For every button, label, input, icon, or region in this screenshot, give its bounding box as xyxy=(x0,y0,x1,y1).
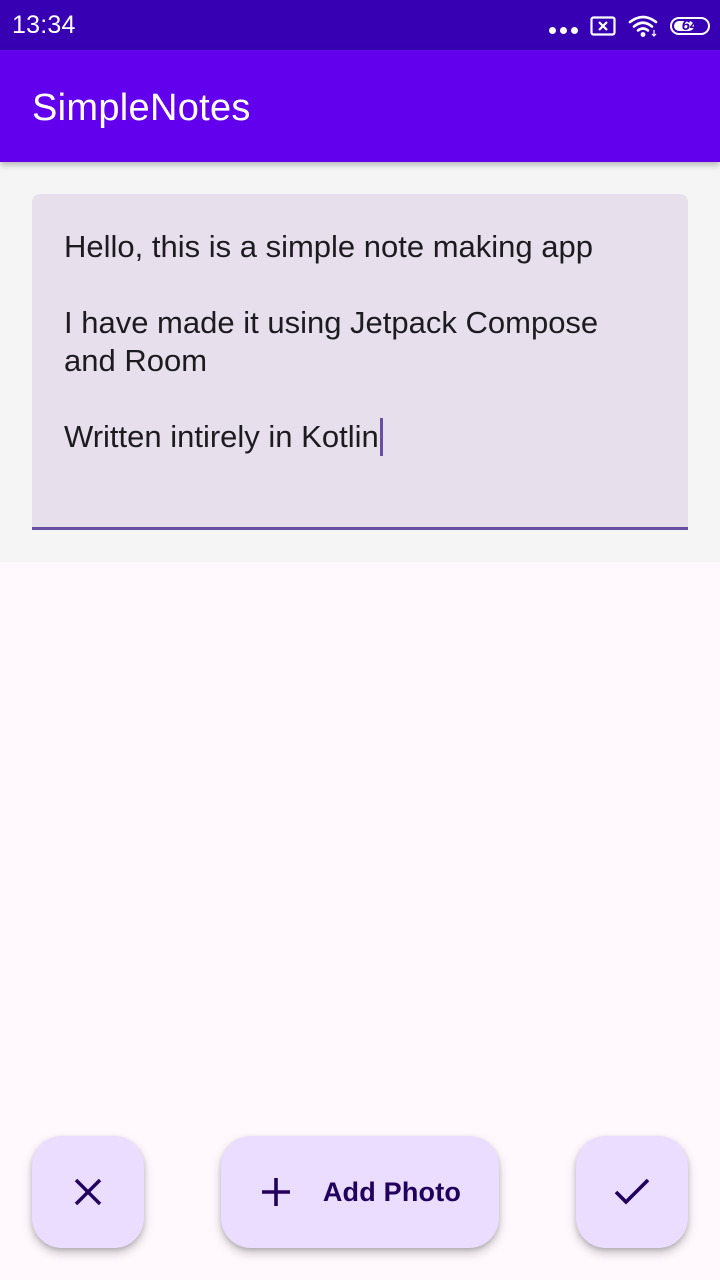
status-bar: 13:34 64 xyxy=(0,0,720,50)
check-icon xyxy=(613,1177,651,1207)
note-editor-area: Hello, this is a simple note making app … xyxy=(0,162,720,562)
note-text-content[interactable]: Hello, this is a simple note making app … xyxy=(64,228,654,456)
text-cursor xyxy=(379,418,383,456)
cancel-button[interactable] xyxy=(32,1136,144,1248)
battery-icon: 64 xyxy=(670,17,710,35)
close-icon xyxy=(73,1177,103,1207)
no-sim-icon xyxy=(590,16,616,36)
save-button[interactable] xyxy=(576,1136,688,1248)
top-app-bar: SimpleNotes xyxy=(0,50,720,162)
app-title: SimpleNotes xyxy=(32,87,251,129)
battery-level: 64 xyxy=(681,17,699,34)
status-time: 13:34 xyxy=(12,11,76,39)
battery-indicator: 64 xyxy=(670,17,710,35)
more-notifications-icon xyxy=(549,9,578,43)
add-photo-button[interactable]: Add Photo xyxy=(221,1136,499,1248)
note-text-field[interactable]: Hello, this is a simple note making app … xyxy=(32,194,688,530)
plus-icon xyxy=(259,1175,293,1209)
status-icons: 64 xyxy=(549,13,710,39)
wifi-icon xyxy=(628,14,658,38)
add-photo-label: Add Photo xyxy=(322,1176,462,1207)
note-text-value: Hello, this is a simple note making app … xyxy=(64,229,599,454)
